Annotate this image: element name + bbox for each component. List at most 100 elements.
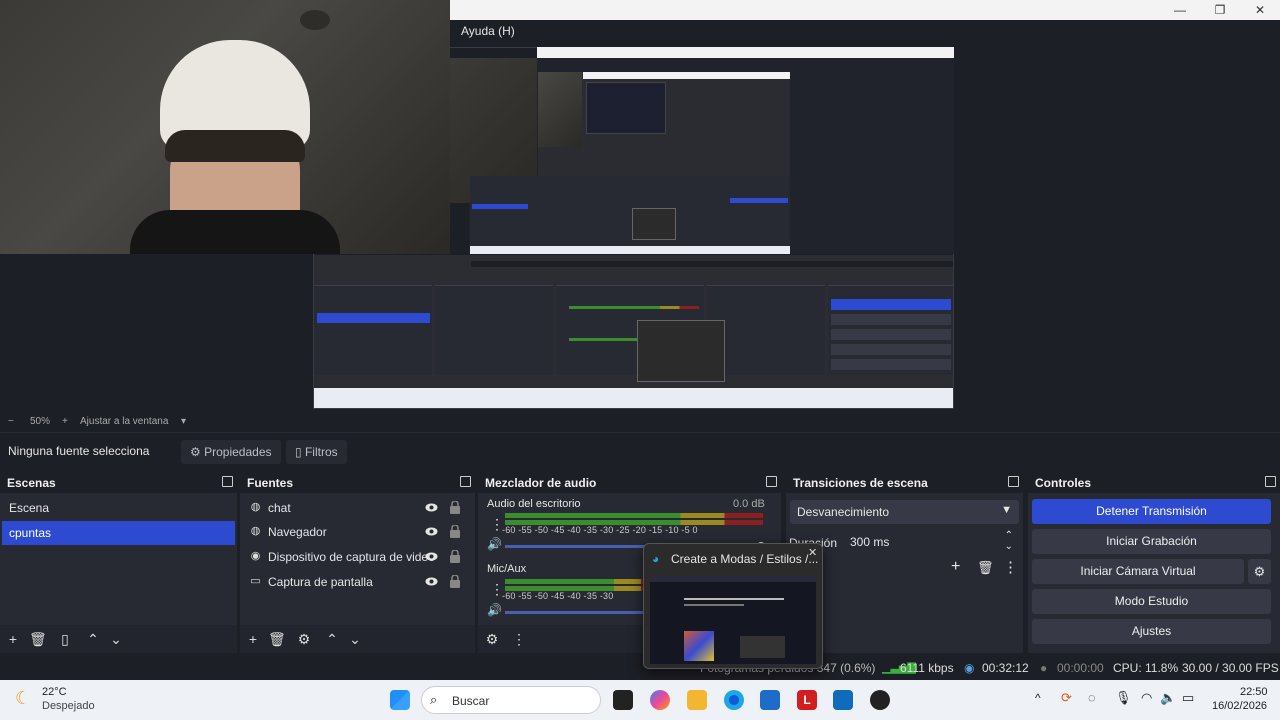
lock-icon[interactable] bbox=[450, 501, 460, 514]
channel-name: Audio del escritorio bbox=[487, 498, 581, 510]
speaker-icon[interactable]: 🔊 bbox=[487, 603, 502, 617]
filter-icon[interactable]: ▯ bbox=[57, 631, 73, 647]
no-source-label: Ninguna fuente selecciona bbox=[8, 444, 150, 458]
add-icon[interactable]: + bbox=[951, 558, 960, 576]
duration-input[interactable]: 300 ms ⌃ ⌄ bbox=[844, 530, 1019, 554]
undock-icon[interactable] bbox=[1008, 476, 1019, 487]
eye-icon[interactable] bbox=[425, 526, 438, 537]
menu-bar: Ayuda (H) bbox=[450, 20, 1280, 42]
app-l-icon[interactable]: L bbox=[797, 690, 817, 710]
trash-icon[interactable]: 🗑 bbox=[977, 560, 994, 576]
chevron-up-icon[interactable]: ⌃ bbox=[85, 631, 101, 647]
source-row[interactable]: ◍ Navegador bbox=[246, 520, 469, 544]
chevron-down-icon[interactable]: ⌄ bbox=[347, 631, 363, 647]
kebab-icon[interactable]: ⋮ bbox=[511, 631, 527, 647]
close-icon[interactable]: ✕ bbox=[808, 546, 817, 559]
properties-button[interactable]: ⚙ Propiedades bbox=[181, 440, 281, 464]
copilot-icon[interactable] bbox=[650, 690, 670, 710]
weather-icon[interactable]: ☾ bbox=[15, 688, 31, 709]
lock-icon[interactable] bbox=[450, 575, 460, 588]
clock-time[interactable]: 22:50 bbox=[1240, 686, 1268, 698]
popup-thumbnail bbox=[650, 576, 816, 664]
fit-to-window-select[interactable]: Ajustar a la ventana bbox=[80, 416, 168, 427]
start-recording-button[interactable]: Iniciar Grabación bbox=[1032, 529, 1271, 554]
record-icon: ● bbox=[1040, 661, 1048, 675]
live-time: 00:32:12 bbox=[982, 661, 1029, 675]
browser-icon: ◍ bbox=[250, 501, 261, 513]
source-row[interactable]: ◉ Dispositivo de captura de video bbox=[246, 545, 469, 569]
eye-icon[interactable] bbox=[425, 551, 438, 562]
scene-item[interactable]: Escena bbox=[2, 496, 235, 520]
live-icon: ◉ bbox=[964, 661, 975, 675]
chevron-up-icon[interactable]: ⌃ bbox=[324, 631, 340, 647]
gear-icon[interactable]: ⚙ bbox=[1248, 559, 1271, 584]
undock-icon[interactable] bbox=[222, 476, 233, 487]
channel-db: 0.0 dB bbox=[733, 498, 765, 510]
app-tray-icon[interactable]: ◌ bbox=[1088, 690, 1096, 705]
battery-icon[interactable]: ▭ bbox=[1182, 690, 1194, 706]
sync-icon[interactable]: ⟳ bbox=[1061, 690, 1072, 706]
settings-button[interactable]: Ajustes bbox=[1032, 619, 1271, 644]
chevron-up-icon[interactable]: ^ bbox=[1035, 691, 1041, 705]
task-view-icon[interactable] bbox=[613, 690, 633, 710]
studio-mode-button[interactable]: Modo Estudio bbox=[1032, 589, 1271, 614]
undock-icon[interactable] bbox=[1265, 476, 1276, 487]
gear-icon[interactable]: ⚙ bbox=[296, 631, 312, 647]
outlook-icon[interactable] bbox=[833, 690, 853, 710]
chevron-down-icon[interactable]: ⌄ bbox=[108, 631, 124, 647]
lock-icon[interactable] bbox=[450, 525, 460, 538]
source-row[interactable]: ◍ chat bbox=[246, 496, 469, 520]
obs-icon[interactable] bbox=[870, 690, 890, 710]
chevron-down-icon[interactable]: ▾ bbox=[181, 416, 186, 427]
eye-icon[interactable] bbox=[425, 576, 438, 587]
eye-icon[interactable] bbox=[425, 502, 438, 513]
maximize-button[interactable]: ❐ bbox=[1200, 0, 1240, 20]
wifi-icon[interactable]: ◠ bbox=[1141, 690, 1152, 706]
trash-icon[interactable]: 🗑 bbox=[268, 631, 286, 647]
minimize-button[interactable]: — bbox=[1160, 0, 1200, 20]
clock-date[interactable]: 16/02/2026 bbox=[1212, 700, 1267, 712]
trash-icon[interactable]: 🗑 bbox=[29, 631, 47, 647]
transition-select[interactable]: Desvanecimiento ▼ bbox=[790, 500, 1019, 524]
spin-up-icon[interactable]: ⌃ bbox=[1005, 530, 1013, 541]
zoom-out-button[interactable]: − bbox=[8, 416, 14, 427]
gear-icon: ⚙ bbox=[190, 445, 201, 459]
source-row[interactable]: ▭ Captura de pantalla bbox=[246, 570, 469, 594]
scene-item-selected[interactable]: cpuntas bbox=[2, 521, 235, 545]
search-icon: ⌕ bbox=[430, 692, 438, 707]
add-icon[interactable]: + bbox=[5, 631, 21, 647]
volume-meter bbox=[505, 513, 763, 518]
close-button[interactable]: ✕ bbox=[1240, 0, 1280, 20]
temperature[interactable]: 22°C bbox=[42, 686, 67, 698]
sources-dock: Fuentes ◍ chat ◍ Navegador ◉ Dispositivo… bbox=[240, 473, 475, 653]
filters-button[interactable]: ▯ Filtros bbox=[286, 440, 347, 464]
undock-icon[interactable] bbox=[766, 476, 777, 487]
speaker-icon[interactable]: 🔊 bbox=[487, 537, 502, 551]
gear-icon[interactable]: ⚙ bbox=[484, 631, 500, 647]
windows-start-icon[interactable] bbox=[390, 690, 410, 710]
mic-icon[interactable]: 🎙 bbox=[1115, 690, 1132, 706]
taskbar-search[interactable]: ⌕ Buscar bbox=[421, 686, 601, 714]
menu-help[interactable]: Ayuda (H) bbox=[461, 24, 515, 38]
volume-icon[interactable]: 🔈 bbox=[1160, 690, 1176, 706]
taskbar-preview-popup[interactable]: ◕ Create a Modas / Estilos /... ✕ bbox=[643, 543, 823, 669]
lock-icon[interactable] bbox=[450, 550, 460, 563]
stop-streaming-button[interactable]: Detener Transmisión bbox=[1032, 499, 1271, 524]
volume-slider[interactable] bbox=[505, 611, 665, 614]
store-icon[interactable] bbox=[760, 690, 780, 710]
source-label: Navegador bbox=[268, 525, 327, 539]
weather-text[interactable]: Despejado bbox=[42, 700, 95, 712]
kebab-icon[interactable]: ⋮ bbox=[1003, 558, 1018, 576]
spin-down-icon[interactable]: ⌄ bbox=[1005, 541, 1013, 552]
start-virtual-camera-button[interactable]: Iniciar Cámara Virtual bbox=[1032, 559, 1244, 584]
undock-icon[interactable] bbox=[460, 476, 471, 487]
zoom-bar: − 50% + Ajustar a la ventana ▾ bbox=[0, 412, 1280, 432]
zoom-in-button[interactable]: + bbox=[62, 416, 68, 427]
camera-icon: ◉ bbox=[250, 550, 261, 562]
zoom-level: 50% bbox=[30, 416, 51, 427]
chrome-icon[interactable] bbox=[724, 690, 744, 710]
transition-value: Desvanecimiento bbox=[797, 505, 890, 519]
source-label: Dispositivo de captura de video bbox=[268, 550, 435, 564]
add-icon[interactable]: + bbox=[245, 631, 261, 647]
file-explorer-icon[interactable] bbox=[687, 690, 707, 710]
